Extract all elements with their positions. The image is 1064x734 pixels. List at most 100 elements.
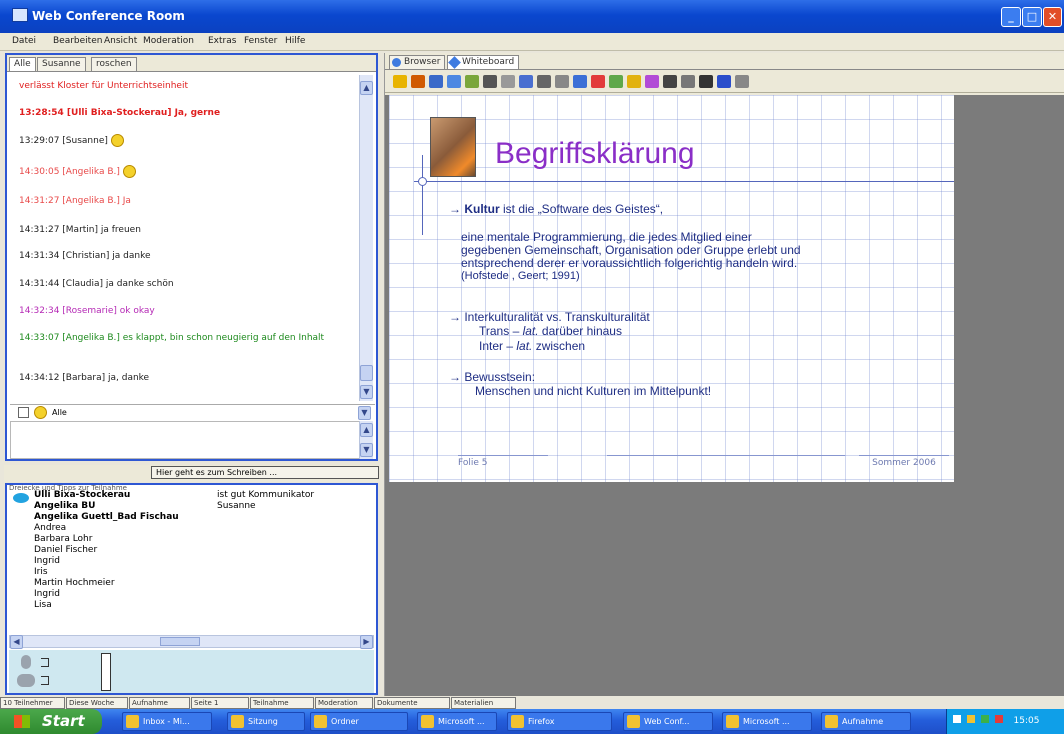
tray-icon[interactable] [966, 715, 975, 723]
taskbar-item-label: Web Conf... [644, 717, 690, 726]
system-tray: 15:05 [946, 709, 1064, 734]
whiteboard-tool-icon[interactable] [681, 75, 695, 88]
menu-item-moderation[interactable]: Moderation [143, 36, 194, 46]
content-panel: Browser Whiteboard Begriffsklärung → Kul… [384, 53, 1064, 696]
whiteboard-tool-icon[interactable] [393, 75, 407, 88]
scroll-up-button[interactable]: ▲ [360, 423, 373, 437]
participant-name[interactable]: Iris [34, 567, 179, 578]
close-button[interactable]: ✕ [1043, 7, 1062, 27]
tray-icon[interactable] [980, 715, 989, 723]
whiteboard-tool-icon[interactable] [573, 75, 587, 88]
menu-item-window[interactable]: Fenster [244, 36, 277, 46]
participant-name[interactable]: Barbara Lohr [34, 534, 179, 545]
whiteboard-tool-icon[interactable] [501, 75, 515, 88]
input-scrollbar[interactable]: ▲ ▼ [359, 421, 373, 459]
scroll-down-button[interactable]: ▼ [360, 443, 373, 457]
splitter-label[interactable]: Hier geht es zum Schreiben ... [151, 466, 379, 479]
taskbar-item[interactable]: Web Conf... [623, 712, 713, 731]
tab-page[interactable]: Seite 1 [191, 697, 249, 709]
tab-chat-susanne[interactable]: Susanne [37, 57, 86, 71]
whiteboard-tool-icon[interactable] [699, 75, 713, 88]
taskbar-item[interactable]: Firefox [507, 712, 612, 731]
taskbar-item[interactable]: Microsoft ... [417, 712, 497, 731]
whiteboard-tool-icon[interactable] [735, 75, 749, 88]
whiteboard-tool-icon[interactable] [717, 75, 731, 88]
tab-participation[interactable]: Teilnahme [250, 697, 314, 709]
tab-documents[interactable]: Dokumente [374, 697, 450, 709]
speaker-icon [13, 493, 29, 503]
start-button[interactable]: Start [0, 709, 102, 734]
start-label: Start [42, 712, 85, 730]
menu-item-extras[interactable]: Extras [208, 36, 236, 46]
whiteboard-tool-icon[interactable] [447, 75, 461, 88]
participant-name[interactable]: Lisa [34, 600, 179, 611]
scroll-up-button[interactable]: ▲ [360, 81, 373, 95]
chat-scrollbar[interactable]: ▲ ▼ [359, 75, 373, 401]
headset-icon[interactable] [17, 674, 35, 687]
recipient-select[interactable]: Alle [52, 408, 67, 417]
whiteboard-tool-icon[interactable] [627, 75, 641, 88]
tab-recording[interactable]: Aufnahme [129, 697, 190, 709]
whiteboard-tool-icon[interactable] [645, 75, 659, 88]
scroll-thumb[interactable] [160, 637, 200, 646]
participant-name[interactable]: Andrea [34, 523, 179, 534]
whiteboard-tool-icon[interactable] [591, 75, 605, 88]
taskbar-item[interactable]: Microsoft ... [722, 712, 812, 731]
recipient-dropdown-icon[interactable]: ▼ [358, 406, 371, 420]
tab-browser[interactable]: Browser [389, 55, 446, 69]
whiteboard-tool-icon[interactable] [483, 75, 497, 88]
chat-message-text: verlässt Kloster für Unterrichtseinheit [19, 81, 188, 91]
whiteboard-tool-icon[interactable] [555, 75, 569, 88]
menu-item-view[interactable]: Ansicht [104, 36, 137, 46]
menu-item-file[interactable]: Datei [12, 36, 36, 46]
whiteboard-tool-icon[interactable] [411, 75, 425, 88]
taskbar-item[interactable]: Aufnahme [821, 712, 911, 731]
participant-name[interactable]: Ingrid [34, 589, 179, 600]
chat-input[interactable] [10, 421, 361, 459]
whiteboard-canvas[interactable]: Begriffsklärung → Kultur ist die „Softwa… [385, 95, 1064, 696]
whiteboard-tool-icon[interactable] [429, 75, 443, 88]
tab-whiteboard[interactable]: Whiteboard [447, 55, 520, 69]
menu-item-help[interactable]: Hilfe [285, 36, 305, 46]
whiteboard-tool-icon[interactable] [537, 75, 551, 88]
participant-name[interactable]: Martin Hochmeier [34, 578, 179, 589]
tab-chat-roschen[interactable]: roschen [91, 57, 137, 71]
participants-hscrollbar[interactable]: ◀ ▶ [9, 635, 374, 649]
whiteboard-tool-icon[interactable] [519, 75, 533, 88]
tray-icon[interactable] [994, 715, 1003, 723]
whiteboard-tool-icon[interactable] [663, 75, 677, 88]
taskbar-item[interactable]: Ordner [310, 712, 408, 731]
font-icon[interactable] [18, 407, 29, 418]
participant-name[interactable]: Ulli Bixa-Stockerau [34, 490, 179, 501]
chat-message: 14:32:34 [Rosemarie] ok okay [19, 306, 354, 317]
tab-moderation[interactable]: Moderation [315, 697, 373, 709]
minimize-button[interactable]: _ [1001, 7, 1021, 27]
chat-message-text: 14:31:27 [Angelika B.] Ja [19, 196, 131, 206]
panel-splitter[interactable]: Hier geht es zum Schreiben ... [4, 465, 379, 482]
scroll-left-button[interactable]: ◀ [10, 635, 23, 649]
participant-name[interactable]: Angelika Guettl_Bad Fischau [34, 512, 179, 523]
scroll-down-button[interactable]: ▼ [360, 385, 373, 399]
participant-name[interactable]: Angelika BU [34, 501, 179, 512]
taskbar-item[interactable]: Sitzung [227, 712, 305, 731]
participant-name[interactable]: Ingrid [34, 556, 179, 567]
emoticon-icon[interactable] [34, 406, 47, 419]
chat-message-text: 14:31:34 [Christian] ja danke [19, 251, 151, 261]
tab-week[interactable]: Diese Woche [66, 697, 128, 709]
slide-footer-right: Sommer 2006 [859, 455, 949, 469]
microphone-icon[interactable] [21, 655, 31, 669]
scroll-right-button[interactable]: ▶ [360, 635, 373, 649]
app-icon [314, 715, 327, 728]
tray-icon[interactable] [953, 715, 961, 723]
maximize-button[interactable]: □ [1022, 7, 1042, 27]
whiteboard-tool-icon[interactable] [465, 75, 479, 88]
volume-slider[interactable] [101, 653, 111, 691]
whiteboard-tool-icon[interactable] [609, 75, 623, 88]
scroll-thumb[interactable] [360, 365, 373, 381]
taskbar-item[interactable]: Inbox - Mi... [122, 712, 212, 731]
participant-name[interactable]: Daniel Fischer [34, 545, 179, 556]
tab-materials[interactable]: Materialien [451, 697, 516, 709]
tab-chat-all[interactable]: Alle [9, 57, 36, 71]
tab-participants[interactable]: 10 Teilnehmer [0, 697, 65, 709]
menu-item-edit[interactable]: Bearbeiten [53, 36, 102, 46]
